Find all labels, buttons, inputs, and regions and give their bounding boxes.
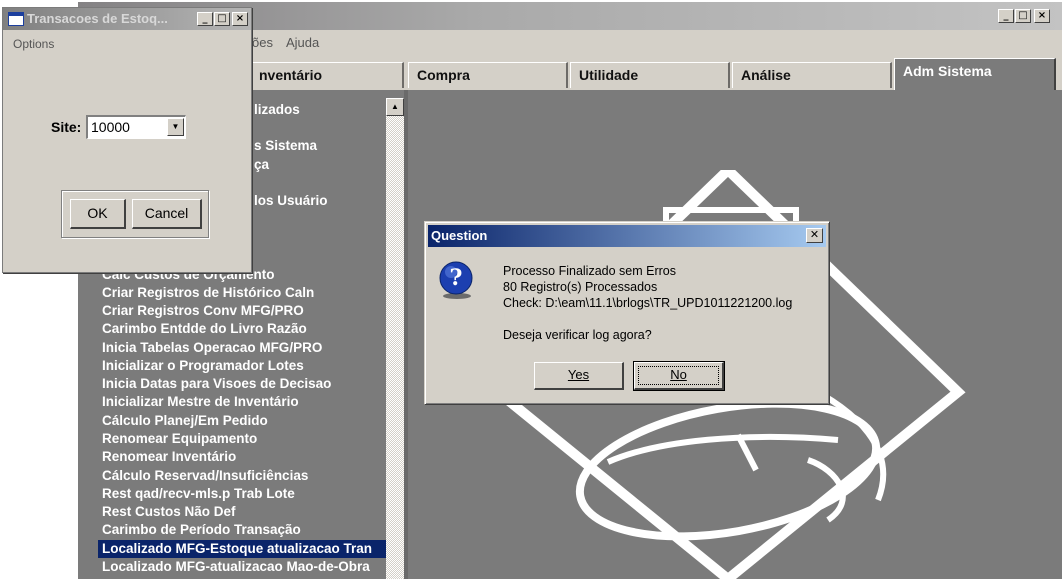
list-item[interactable]: Cálculo Reservad/Insuficiências	[102, 467, 392, 485]
list-item-selected[interactable]: Localizado MFG-Estoque atualizacao Tran	[98, 540, 388, 558]
transacoes-window: Transacoes de Estoq... _ □ × Options Sit…	[2, 7, 252, 273]
list-item[interactable]: lizados	[254, 101, 384, 119]
question-icon: ?	[439, 261, 473, 299]
focus-rect	[638, 366, 719, 385]
small-titlebar: Transacoes de Estoq... _ □ ×	[3, 8, 251, 30]
menu-item-partial[interactable]: ões	[252, 35, 273, 50]
content-divider	[404, 90, 408, 579]
list-item[interactable]: los Usuário	[254, 192, 384, 210]
list-item[interactable]: Rest Custos Não Def	[102, 503, 392, 521]
maximize-button[interactable]: □	[1015, 9, 1031, 23]
close-button[interactable]: ×	[232, 12, 248, 26]
list-item[interactable]: Inicializar o Programador Lotes	[102, 357, 392, 375]
tab-compra[interactable]: Compra	[408, 62, 568, 88]
app-window-icon	[8, 12, 24, 26]
dialog-title: Question	[431, 228, 488, 243]
list-item[interactable]: Rest qad/recv-mls.p Trab Lote	[102, 485, 392, 503]
list-item[interactable]: Localizado MFG-atualizacao Mao-de-Obra	[102, 558, 392, 576]
small-window-title: Transacoes de Estoq...	[27, 11, 168, 26]
list-item[interactable]: Carimbo Entdde do Livro Razão	[102, 320, 392, 338]
yes-button[interactable]: Yes	[534, 362, 624, 390]
minimize-button[interactable]: _	[998, 9, 1014, 23]
list-scrollbar[interactable]: ▲	[386, 98, 404, 579]
list-item[interactable]: Inicia Datas para Visoes de Decisao	[102, 375, 392, 393]
scroll-up-arrow-icon[interactable]: ▲	[386, 98, 404, 116]
minimize-button[interactable]: _	[197, 12, 213, 26]
svg-text:?: ?	[450, 265, 463, 291]
message-line: Deseja verificar log agora?	[503, 328, 652, 342]
message-line: Check: D:\eam\11.1\brlogs\TR_UPD10112212…	[503, 296, 793, 310]
list-item[interactable]: s Sistema	[254, 137, 384, 155]
message-line: 80 Registro(s) Processados	[503, 280, 658, 294]
tab-analise[interactable]: Análise	[732, 62, 892, 88]
list-item[interactable]: ça	[254, 156, 384, 174]
tab-inventario[interactable]: nventário	[250, 62, 404, 88]
dialog-titlebar: Question ✕	[428, 225, 826, 247]
site-value: 10000	[91, 119, 130, 135]
message-line: Processo Finalizado sem Erros	[503, 264, 676, 278]
list-item[interactable]: Inicializar Mestre de Inventário	[102, 393, 392, 411]
tab-adm-sistema[interactable]: Adm Sistema	[894, 58, 1056, 90]
chevron-down-icon[interactable]: ▼	[167, 118, 184, 136]
yes-label: Yes	[567, 367, 590, 382]
list-item[interactable]: Inicia Tabelas Operacao MFG/PRO	[102, 339, 392, 357]
maximize-button[interactable]: □	[214, 12, 230, 26]
list-item[interactable]: Cálculo Planej/Em Pedido	[102, 412, 392, 430]
menu-item-ajuda[interactable]: Ajuda	[286, 35, 319, 50]
list-item[interactable]: Carimbo de Período Transação	[102, 521, 392, 539]
list-item[interactable]: Renomear Inventário	[102, 448, 392, 466]
question-dialog: Question ✕ ? Processo Finalizado sem Err…	[424, 221, 830, 405]
button-group: OK Cancel	[61, 190, 209, 238]
site-select[interactable]: 10000 ▼	[86, 115, 186, 139]
no-button[interactable]: No	[633, 361, 725, 391]
close-button[interactable]: ×	[1034, 9, 1050, 23]
list-item[interactable]: Criar Registros Conv MFG/PRO	[102, 302, 392, 320]
list-item[interactable]: Renomear Equipamento	[102, 430, 392, 448]
cancel-button[interactable]: Cancel	[132, 199, 202, 229]
site-label: Site:	[51, 119, 82, 135]
menu-options[interactable]: Options	[13, 37, 54, 51]
list-item[interactable]: Criar Registros de Histórico Caln	[102, 284, 392, 302]
small-menubar: Options	[3, 31, 251, 53]
ok-button[interactable]: OK	[70, 199, 126, 229]
dialog-close-button[interactable]: ✕	[806, 228, 823, 243]
tab-utilidade[interactable]: Utilidade	[570, 62, 730, 88]
